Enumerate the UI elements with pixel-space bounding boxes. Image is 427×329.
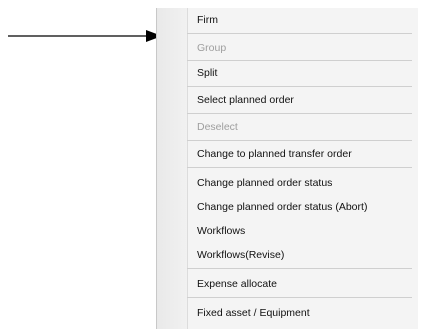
menu-item-workflows[interactable]: Workflows <box>157 219 419 243</box>
menu-item-select-planned-order[interactable]: Select planned order <box>157 88 419 112</box>
menu-separator <box>187 297 412 298</box>
menu-separator <box>187 113 412 114</box>
menu-item-split[interactable]: Split <box>157 61 419 85</box>
menu-separator <box>187 33 412 34</box>
menu-item-expense-allocate[interactable]: Expense allocate <box>157 272 419 296</box>
menu-item-group[interactable]: Group <box>157 36 419 60</box>
menu-item-workflows-revise[interactable]: Workflows(Revise) <box>157 243 419 267</box>
menu-item-change-planned-order-status[interactable]: Change planned order status <box>157 171 419 195</box>
menu-item-fixed-asset-equipment[interactable]: Fixed asset / Equipment <box>157 301 419 325</box>
menu-item-change-to-planned-transfer-order[interactable]: Change to planned transfer order <box>157 142 419 166</box>
menu-separator <box>187 167 412 168</box>
menu-item-change-planned-order-status-abort[interactable]: Change planned order status (Abort) <box>157 195 419 219</box>
menu-item-deselect[interactable]: Deselect <box>157 115 419 139</box>
menu-item-firm[interactable]: Firm <box>157 8 419 32</box>
menu-separator <box>187 268 412 269</box>
menu-separator <box>187 86 412 87</box>
menu-separator <box>187 140 412 141</box>
context-menu: Firm Group Split Select planned order De… <box>156 8 418 329</box>
